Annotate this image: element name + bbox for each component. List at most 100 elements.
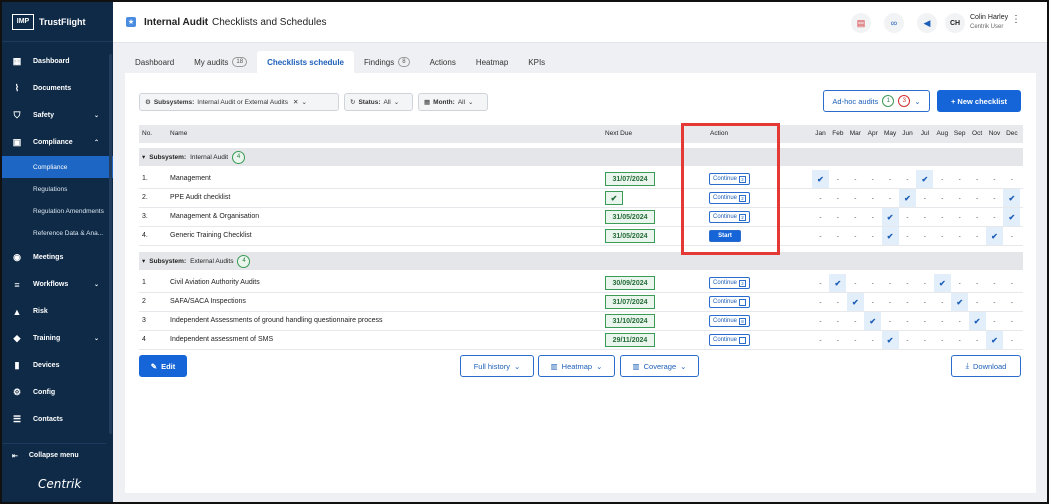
month-empty-cell: -	[923, 194, 926, 202]
sidebar-item-workflows[interactable]: ≡ Workflows ⌄	[2, 271, 113, 298]
download-button[interactable]: ⤓ Download	[951, 355, 1021, 377]
month-check-cell[interactable]: ✔	[864, 312, 882, 330]
row-number: 3.	[142, 213, 148, 220]
coverage-button[interactable]: ▥ Coverage ⌄	[620, 355, 699, 377]
chevron-down-icon: ⌄	[468, 99, 474, 106]
sidebar-subitem[interactable]: Compliance	[2, 156, 113, 178]
checklist-name[interactable]: Generic Training Checklist	[170, 232, 252, 239]
status-filter[interactable]: ↻ Status: All ⌄	[344, 93, 413, 111]
month-check-cell[interactable]: ✔	[986, 227, 1003, 245]
sidebar-item-compliance[interactable]: ▣ Compliance ⌃	[2, 129, 113, 156]
checklist-name[interactable]: Management & Organisation	[170, 213, 259, 220]
table-row: 2 SAFA/SACA Inspections 31/07/2024 Continue…	[139, 293, 1023, 312]
sidebar-item-meetings[interactable]: ◉ Meetings	[2, 244, 113, 271]
month-empty-cell: -	[871, 336, 874, 344]
subsystems-filter[interactable]: ⚙ Subsystems: Internal Audit or External…	[139, 93, 339, 111]
sidebar-subitem[interactable]: Regulations	[2, 178, 113, 200]
sidebar-scrollbar[interactable]	[109, 54, 112, 434]
month-empty-cell: -	[958, 213, 961, 221]
month-empty-cell: -	[889, 279, 892, 287]
sidebar-item-risk[interactable]: ▲ Risk	[2, 298, 113, 325]
avatar[interactable]: CH	[945, 13, 965, 33]
announcement-icon[interactable]: ◀	[917, 13, 937, 33]
subsystem-name: Internal Audit	[190, 153, 229, 161]
month-empty-cell: -	[906, 213, 909, 221]
adhoc-audits-button[interactable]: Ad-hoc audits 1 3 ⌄	[823, 90, 930, 112]
tab-actions[interactable]: Actions	[420, 51, 466, 73]
tab-checklists-schedule[interactable]: Checklists schedule	[257, 51, 354, 73]
sidebar-item-training[interactable]: ◆ Training ⌄	[2, 325, 113, 352]
sidebar-item-devices[interactable]: ▮ Devices	[2, 352, 113, 379]
month-check-cell[interactable]: ✔	[881, 208, 899, 226]
continue-button[interactable]: Continue 2	[709, 277, 751, 289]
month-check-cell[interactable]: ✔	[881, 227, 899, 245]
month-empty-cell: -	[976, 336, 979, 344]
tab-label: Checklists schedule	[267, 57, 344, 67]
report-icon[interactable]: ▤	[851, 13, 871, 33]
heatmap-button[interactable]: ▥ Heatmap ⌄	[538, 355, 615, 377]
action-label: Continue	[713, 337, 738, 343]
month-check-cell[interactable]: ✔	[986, 331, 1003, 349]
sidebar-subitem[interactable]: Reference Data & Ana...	[2, 222, 113, 244]
month-check-cell[interactable]: ✔	[951, 293, 969, 311]
continue-button[interactable]: Continue 8	[709, 315, 751, 327]
sidebar-nav: ▦ Dashboard ⌇ Documents ⛉ Safety ⌄ ▣ Compliance ⌃…	[2, 48, 113, 433]
month-empty-cell: -	[854, 317, 857, 325]
month-check-cell[interactable]: ✔	[1003, 208, 1021, 226]
month-filter-label: Month:	[433, 98, 455, 106]
brand-name: TrustFlight	[39, 16, 86, 27]
month-empty-cell: -	[976, 194, 979, 202]
checklist-name[interactable]: Independent assessment of SMS	[170, 336, 273, 343]
subsystem-group-header[interactable]: ▾ Subsystem: Internal Audit 4	[139, 148, 1023, 166]
sidebar-item-contacts[interactable]: ☰ Contacts	[2, 406, 113, 433]
status-filter-label: Status:	[358, 98, 381, 106]
caret-down-icon[interactable]: ▾	[142, 153, 145, 161]
tab-my-audits[interactable]: My audits 18	[184, 51, 257, 73]
month-check-cell[interactable]: ✔	[1003, 189, 1021, 207]
tab-dashboard[interactable]: Dashboard	[125, 51, 184, 73]
chevron-down-icon: ⌄	[680, 361, 687, 371]
checklist-name[interactable]: Civil Aviation Authority Audits	[170, 279, 260, 286]
month-empty-cell: -	[923, 336, 926, 344]
caret-down-icon[interactable]: ▾	[142, 257, 145, 265]
month-check-cell[interactable]: ✔	[899, 189, 916, 207]
month-check-cell[interactable]: ✔	[812, 170, 829, 188]
next-due-date: 31/07/2024	[605, 172, 655, 186]
tab-findings[interactable]: Findings 8	[354, 51, 420, 73]
edit-button[interactable]: ✎ Edit	[139, 355, 187, 377]
sidebar-item-config[interactable]: ⚙ Config	[2, 379, 113, 406]
month-empty-cell: -	[941, 232, 944, 240]
tab-kpis[interactable]: KPIs	[518, 51, 555, 73]
clear-icon[interactable]: ✕	[293, 98, 298, 106]
month-check-cell[interactable]: ✔	[846, 293, 864, 311]
chevron-down-icon: ⌄	[513, 361, 521, 371]
contacts-icon: ☰	[12, 414, 22, 424]
more-options-icon[interactable]: ⋮	[1011, 14, 1021, 25]
link-icon[interactable]: ∞	[884, 13, 904, 33]
collapse-menu-button[interactable]: ⇤ Collapse menu	[2, 443, 106, 467]
sidebar-subitem[interactable]: Regulation Amendments	[2, 200, 113, 222]
next-due-date: 31/05/2024	[605, 229, 655, 243]
checklist-count-icon	[739, 336, 747, 344]
tab-heatmap[interactable]: Heatmap	[466, 51, 518, 73]
checklist-name[interactable]: SAFA/SACA Inspections	[170, 298, 246, 305]
month-check-cell[interactable]: ✔	[881, 331, 899, 349]
month-check-cell[interactable]: ✔	[916, 170, 934, 188]
continue-button[interactable]: Continue	[709, 296, 751, 308]
continue-button[interactable]: Continue	[709, 334, 751, 346]
month-check-cell[interactable]: ✔	[968, 312, 986, 330]
month-check-cell[interactable]: ✔	[933, 274, 951, 292]
row-number: 2.	[142, 194, 148, 201]
checklist-name[interactable]: Management	[170, 175, 211, 182]
sidebar-item-safety[interactable]: ⛉ Safety ⌄	[2, 102, 113, 129]
sidebar-item-documents[interactable]: ⌇ Documents	[2, 75, 113, 102]
month-check-cell[interactable]: ✔	[829, 274, 847, 292]
checklist-name[interactable]: Independent Assessments of ground handli…	[170, 317, 382, 324]
sidebar-item-dashboard[interactable]: ▦ Dashboard	[2, 48, 113, 75]
checklist-name[interactable]: PPE Audit checklist	[170, 194, 230, 201]
subsystem-group-header[interactable]: ▾ Subsystem: External Audits 4	[139, 252, 1023, 270]
full-history-button[interactable]: Full history ⌄	[460, 355, 534, 377]
month-filter[interactable]: ▦ Month: All ⌄	[418, 93, 488, 111]
new-checklist-button[interactable]: + New checklist	[937, 90, 1021, 112]
month-empty-cell: -	[1010, 336, 1013, 344]
